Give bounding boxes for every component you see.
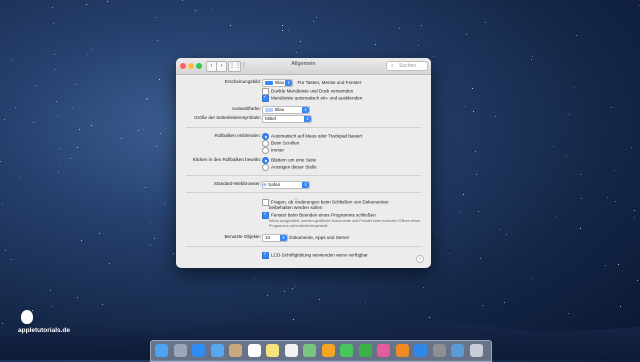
close-windows-label: Fenster beim Beenden eines Programms sch…: [271, 212, 376, 218]
messages-icon[interactable]: [340, 344, 353, 357]
recent-items-suffix: Dokumente, Apps und Server: [289, 235, 350, 241]
highlight-label: Auswahlfarbe:: [231, 106, 261, 111]
search-placeholder: Suchen: [399, 63, 416, 69]
help-button[interactable]: ?: [416, 255, 424, 263]
scrollbars-option-0: Automatisch auf Maus oder Trackpad basie…: [271, 133, 363, 139]
calendar-icon[interactable]: [247, 344, 261, 357]
close-windows-checkbox[interactable]: [262, 211, 269, 219]
sidebar-size-popup[interactable]: Mittel ⇕: [262, 115, 312, 123]
recent-items-label: Benutzte Objekte:: [224, 234, 261, 239]
safari-icon: ⊕: [263, 182, 267, 187]
brand-name: appletutorials.de: [18, 327, 71, 334]
browser-popup[interactable]: ⊕ Safari ⇕: [262, 181, 310, 189]
click-option-0: Blättern um eine Seite: [271, 157, 317, 163]
highlight-popup[interactable]: Blau ⇕: [262, 106, 310, 114]
maps-icon[interactable]: [303, 344, 316, 357]
click-jump-radio[interactable]: [262, 164, 269, 171]
appearance-popup[interactable]: Blau ⇕: [262, 79, 294, 87]
separator: [186, 175, 421, 176]
dark-menu-label: Dunkle Menüleiste und Dock verwenden: [271, 88, 354, 94]
downloads-icon[interactable]: [451, 344, 464, 357]
facetime-icon[interactable]: [358, 344, 372, 357]
click-option-1: Anzeigen dieser Stelle: [271, 164, 317, 170]
title-bar[interactable]: ‹ › ⋮⋮⋮ Allgemein ⌕ Suchen: [176, 58, 431, 75]
browser-value: Safari: [268, 182, 281, 187]
lcd-smoothing-label: LCD-Schriftglättung verwenden wenn verfü…: [271, 252, 368, 258]
ask-keep-changes-label: Fragen, ob Änderungen beim Schließen von…: [271, 199, 389, 205]
safari-icon[interactable]: [192, 344, 205, 357]
separator: [186, 127, 421, 128]
scrollbars-option-1: Beim Scrollen: [271, 140, 300, 146]
recent-items-value: 10: [265, 235, 271, 240]
search-icon: ⌕: [391, 63, 394, 69]
scrollbars-always-radio[interactable]: [262, 147, 269, 154]
ask-keep-changes-label-2: beibehalten werden sollen: [269, 205, 323, 210]
system-preferences-icon[interactable]: [432, 344, 446, 357]
click-next-page-radio[interactable]: [262, 157, 269, 164]
reminders-icon[interactable]: [284, 344, 298, 357]
auto-hide-menu-checkbox[interactable]: [262, 94, 269, 102]
ask-keep-changes-checkbox[interactable]: [262, 199, 269, 206]
dock: [150, 340, 492, 362]
separator: [186, 246, 421, 247]
appearance-hint: Für Tasten, Menüs und Fenster: [297, 80, 362, 86]
search-field[interactable]: ⌕ Suchen: [386, 61, 428, 71]
click-scrollbar-label: Klicken in den Rollbalken bewirkt:: [192, 157, 261, 162]
appearance-swatch: [265, 80, 273, 85]
browser-label: Standard-Webbrowser:: [213, 181, 261, 186]
chevron-updown-icon: ⇕: [302, 107, 309, 113]
recent-items-popup[interactable]: 10 ⇕: [262, 234, 288, 242]
itunes-icon[interactable]: [377, 344, 390, 357]
mail-icon[interactable]: [210, 344, 224, 357]
auto-hide-menu-label: Menüleiste automatisch ein- und ausblend…: [271, 95, 363, 101]
scrollbars-scrolling-radio[interactable]: [262, 140, 269, 147]
general-settings-pane: Erscheinungsbild: Blau ⇕ Für Tasten, Men…: [176, 75, 431, 268]
sidebar-size-label: Größe der Seitenleistensymbole:: [194, 115, 261, 120]
appearance-label: Erscheinungsbild:: [224, 79, 261, 84]
close-windows-note-2: Programms nicht wiederhergestellt.: [269, 224, 329, 228]
separator: [186, 192, 421, 193]
lcd-smoothing-checkbox[interactable]: [262, 251, 269, 259]
highlight-value: Blau: [275, 107, 285, 112]
notes-icon[interactable]: [266, 344, 279, 357]
sidebar-size-value: Mittel: [265, 116, 276, 121]
scrollbars-auto-radio[interactable]: [262, 133, 269, 140]
finder-icon[interactable]: [155, 344, 168, 357]
launchpad-icon[interactable]: [173, 344, 187, 357]
trash-icon[interactable]: [469, 344, 483, 357]
apple-logo-icon: [21, 310, 33, 324]
chevron-updown-icon: ⇕: [280, 235, 287, 241]
chevron-updown-icon: ⇕: [302, 182, 309, 188]
appstore-icon[interactable]: [414, 344, 427, 357]
highlight-swatch: [265, 107, 273, 112]
photos-icon[interactable]: [321, 344, 335, 357]
scrollbars-option-2: Immer: [271, 147, 285, 153]
close-windows-note-1: Wenn ausgewählt, werden geöffnete Dokume…: [269, 219, 421, 223]
system-preferences-window: ‹ › ⋮⋮⋮ Allgemein ⌕ Suchen Erscheinungsb…: [176, 58, 431, 268]
ibooks-icon[interactable]: [395, 344, 409, 357]
appearance-value: Blau: [275, 80, 285, 85]
chevron-updown-icon: ⇕: [304, 116, 311, 122]
contacts-icon[interactable]: [229, 344, 242, 357]
chevron-updown-icon: ⇕: [285, 80, 293, 86]
scrollbars-label: Rollbalken einblenden:: [214, 133, 261, 138]
